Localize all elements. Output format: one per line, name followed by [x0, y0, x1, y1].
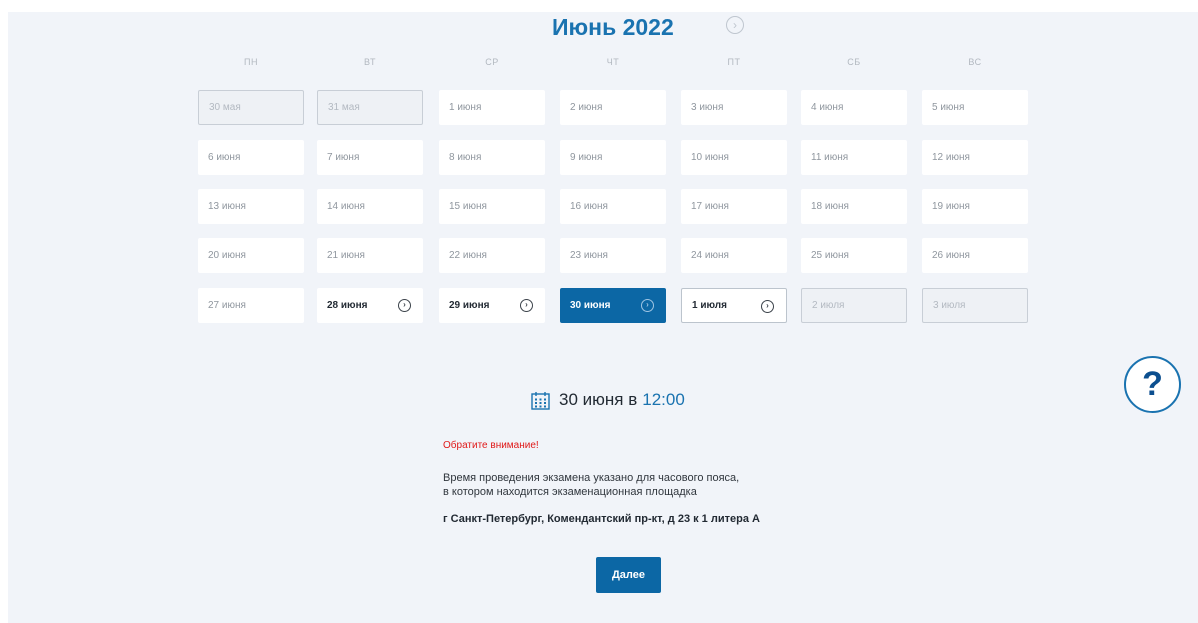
calendar-day: 20 июня	[198, 238, 304, 273]
calendar-day-label: 5 июня	[932, 102, 965, 113]
calendar-day-label: 18 июня	[811, 201, 849, 212]
month-title: Июнь 2022	[552, 14, 674, 40]
calendar-day: 2 июля	[801, 288, 907, 323]
timezone-info-line: в котором находится экзаменационная площ…	[443, 486, 697, 498]
calendar-day-label: 20 июня	[208, 250, 246, 261]
calendar-day-label: 1 июня	[449, 102, 482, 113]
calendar-day: 12 июня	[922, 140, 1028, 175]
calendar-day: 23 июня	[560, 238, 666, 273]
calendar-day-label: 6 июня	[208, 152, 241, 163]
calendar-day: 25 июня	[801, 238, 907, 273]
calendar-day: 3 июня	[681, 90, 787, 125]
calendar-day: 18 июня	[801, 189, 907, 224]
calendar-day-label: 12 июня	[932, 152, 970, 163]
calendar-day-label: 2 июня	[570, 102, 603, 113]
calendar-day: 19 июня	[922, 189, 1028, 224]
calendar-day-label: 3 июня	[691, 102, 724, 113]
selected-time-text: 12:00	[642, 390, 685, 409]
calendar-day-label: 30 июня	[570, 300, 611, 311]
help-button[interactable]: ?	[1124, 356, 1181, 413]
calendar-day: 6 июня	[198, 140, 304, 175]
calendar-day-label: 14 июня	[327, 201, 365, 212]
calendar-day-label: 17 июня	[691, 201, 729, 212]
calendar-day-label: 9 июня	[570, 152, 603, 163]
weekday-label: ВС	[968, 57, 982, 67]
calendar-day: 15 июня	[439, 189, 545, 224]
calendar-day[interactable]: 28 июня ›	[317, 288, 423, 323]
chevron-right-circle-icon: ›	[733, 18, 737, 32]
calendar-day: 4 июня	[801, 90, 907, 125]
calendar-day: 24 июня	[681, 238, 787, 273]
calendar-day: 13 июня	[198, 189, 304, 224]
calendar-day-label: 23 июня	[570, 250, 608, 261]
calendar-day: 16 июня	[560, 189, 666, 224]
exam-address: г Санкт-Петербург, Комендантский пр-кт, …	[443, 513, 760, 525]
calendar-day-label: 22 июня	[449, 250, 487, 261]
timezone-info: Время проведения экзамена указано для ча…	[443, 471, 739, 499]
calendar-day: 27 июня	[198, 288, 304, 323]
calendar-day: 17 июня	[681, 189, 787, 224]
calendar-day: 9 июня	[560, 140, 666, 175]
calendar-day-label: 1 июля	[692, 300, 727, 311]
calendar-day-label: 3 июля	[933, 300, 966, 311]
calendar-day-label: 15 июня	[449, 201, 487, 212]
timezone-info-line: Время проведения экзамена указано для ча…	[443, 472, 740, 484]
calendar-day-label: 24 июня	[691, 250, 729, 261]
calendar-day-label: 25 июня	[811, 250, 849, 261]
calendar-day[interactable]: 1 июля ›	[681, 288, 787, 323]
calendar-day: 2 июня	[560, 90, 666, 125]
next-month-button[interactable]: ›	[726, 16, 744, 34]
chevron-right-circle-icon: ›	[761, 300, 774, 313]
calendar-day: 30 мая	[198, 90, 304, 125]
calendar-day: 10 июня	[681, 140, 787, 175]
calendar-day-label: 11 июня	[811, 152, 849, 163]
calendar-day-label: 29 июня	[449, 300, 490, 311]
calendar-day: 5 июня	[922, 90, 1028, 125]
selected-datetime: 30 июня в 12:00	[531, 389, 685, 411]
question-mark-icon: ?	[1142, 365, 1163, 403]
weekday-label: ПН	[244, 57, 258, 67]
calendar-day: 8 июня	[439, 140, 545, 175]
calendar-day: 7 июня	[317, 140, 423, 175]
chevron-right-circle-icon: ›	[398, 299, 411, 312]
calendar-day-label: 26 июня	[932, 250, 970, 261]
calendar-day[interactable]: 29 июня ›	[439, 288, 545, 323]
selected-date-text: 30 июня в	[559, 390, 638, 409]
calendar-day: 22 июня	[439, 238, 545, 273]
calendar-day: 31 мая	[317, 90, 423, 125]
calendar-day-label: 30 мая	[209, 102, 241, 113]
calendar-day-label: 16 июня	[570, 201, 608, 212]
calendar-day-label: 13 июня	[208, 201, 246, 212]
calendar-day: 26 июня	[922, 238, 1028, 273]
weekday-label: ПТ	[727, 57, 741, 67]
calendar-day-label: 8 июня	[449, 152, 482, 163]
weekday-label: СБ	[847, 57, 861, 67]
calendar-day-label: 31 мая	[328, 102, 360, 113]
calendar-day-label: 2 июля	[812, 300, 845, 311]
chevron-right-circle-icon: ›	[641, 299, 654, 312]
calendar-day-label: 10 июня	[691, 152, 729, 163]
calendar-day-label: 7 июня	[327, 152, 360, 163]
calendar-day-label: 19 июня	[932, 201, 970, 212]
weekday-label: ВТ	[364, 57, 376, 67]
chevron-right-circle-icon: ›	[520, 299, 533, 312]
calendar-day: 1 июня	[439, 90, 545, 125]
calendar-day: 3 июля	[922, 288, 1028, 323]
calendar-day-label: 28 июня	[327, 300, 368, 311]
calendar-day-label: 4 июня	[811, 102, 844, 113]
calendar-day-label: 21 июня	[327, 250, 365, 261]
calendar-day: 21 июня	[317, 238, 423, 273]
calendar-day: 14 июня	[317, 189, 423, 224]
calendar-day-label: 27 июня	[208, 300, 246, 311]
notice-title: Обратите внимание!	[443, 440, 539, 451]
calendar-icon	[531, 391, 550, 410]
weekday-label: ЧТ	[606, 57, 620, 67]
calendar-day[interactable]: 30 июня ›	[560, 288, 666, 323]
next-button[interactable]: Далее	[596, 557, 661, 593]
calendar-day: 11 июня	[801, 140, 907, 175]
weekday-label: СР	[485, 57, 499, 67]
